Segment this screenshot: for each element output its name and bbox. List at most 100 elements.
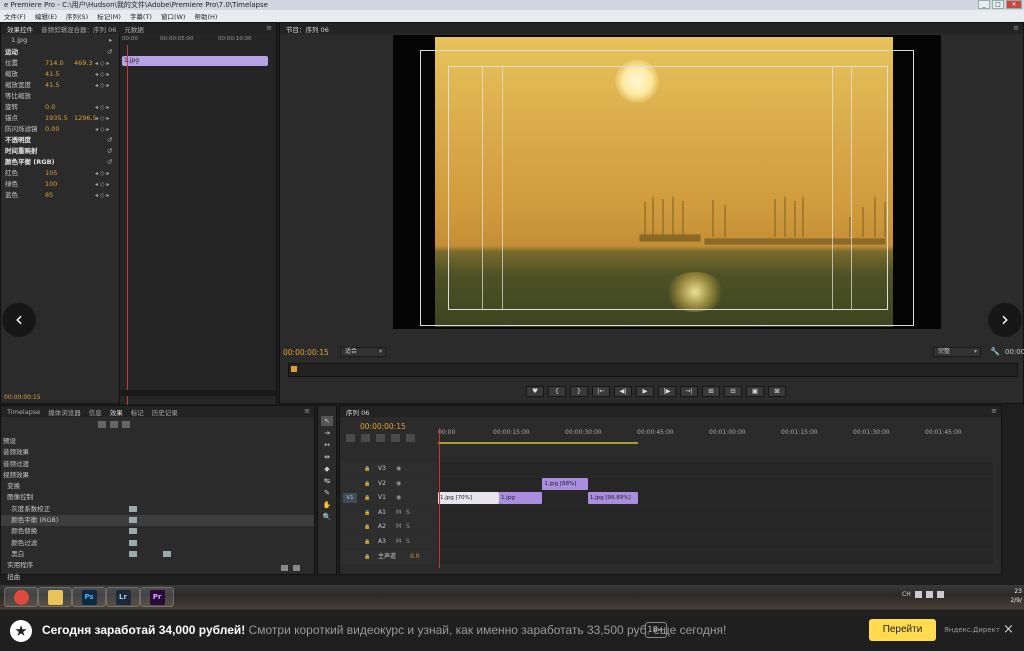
work-area-bar[interactable] bbox=[438, 442, 638, 444]
track-header[interactable]: V1 🔒 V1 ◉ bbox=[340, 491, 438, 506]
system-clock[interactable]: 23 2/9/ bbox=[1010, 587, 1022, 605]
ec-property-row[interactable]: 防闪烁滤镜 0.00 ◂ ◇ ▸ bbox=[1, 124, 121, 135]
ec-property-value[interactable]: 1935.5 bbox=[45, 113, 68, 124]
close-button[interactable]: ✕ bbox=[1006, 0, 1022, 9]
eye-icon[interactable]: ◉ bbox=[396, 491, 401, 505]
track-header[interactable]: 🔒 V2 ◉ bbox=[340, 476, 438, 491]
lock-icon[interactable]: 🔒 bbox=[364, 535, 370, 549]
snap-icon[interactable] bbox=[361, 434, 370, 442]
menu-help[interactable]: 帮助(H) bbox=[194, 11, 217, 21]
slip-tool-icon[interactable]: ↹ bbox=[321, 476, 333, 486]
tab-metadata[interactable]: 元数据 bbox=[124, 24, 144, 34]
ec-property-value[interactable]: 714.0 bbox=[45, 58, 64, 69]
lock-icon[interactable]: 🔒 bbox=[364, 520, 370, 534]
lock-icon[interactable]: 🔒 bbox=[364, 550, 370, 564]
tab-program[interactable]: 节目：序列 06 bbox=[286, 24, 329, 34]
ad-cta-button[interactable]: Перейти bbox=[869, 619, 936, 641]
razor-tool-icon[interactable]: ◆ bbox=[321, 464, 333, 474]
ec-property-row[interactable]: 缩放宽度 41.5 ◂ ◇ ▸ bbox=[1, 80, 121, 91]
program-time-ruler[interactable] bbox=[288, 363, 1018, 377]
track-lane[interactable] bbox=[438, 535, 993, 549]
panel-menu-icon[interactable]: ≡ bbox=[304, 407, 310, 415]
keyframe-nav-icon[interactable]: ◂ ◇ ▸ bbox=[95, 190, 109, 201]
solo-toggle[interactable]: S bbox=[406, 535, 410, 549]
ec-property-row[interactable]: 运动 ↺ bbox=[1, 47, 121, 58]
tab-project[interactable]: Timelapse bbox=[7, 408, 40, 416]
fit-dropdown[interactable]: 适合 bbox=[340, 347, 386, 357]
menu-sequence[interactable]: 序列(S) bbox=[66, 11, 88, 21]
menu-edit[interactable]: 编辑(E) bbox=[35, 11, 57, 21]
mute-toggle[interactable]: M bbox=[396, 506, 401, 520]
ad-close-icon[interactable]: × bbox=[1003, 622, 1014, 637]
eye-icon[interactable]: ◉ bbox=[396, 462, 401, 476]
reset-icon[interactable]: ↺ bbox=[107, 146, 112, 157]
lock-icon[interactable]: 🔒 bbox=[364, 462, 370, 476]
ec-property-row[interactable]: 绿色 100 ◂ ◇ ▸ bbox=[1, 179, 121, 190]
eye-icon[interactable]: ◉ bbox=[396, 477, 401, 491]
timeline-clip[interactable]: 1.jpg [88%] bbox=[542, 477, 588, 490]
ec-property-value[interactable]: 41.5 bbox=[45, 69, 59, 80]
panel-menu-icon[interactable]: ≡ bbox=[266, 24, 272, 32]
play-clip-icon[interactable]: ▸ bbox=[109, 35, 112, 46]
solo-toggle[interactable]: S bbox=[406, 520, 410, 534]
reset-icon[interactable]: ↺ bbox=[107, 47, 112, 58]
lock-icon[interactable]: 🔒 bbox=[364, 506, 370, 520]
wrench-icon[interactable]: 🔧 bbox=[990, 347, 1000, 356]
lift-button[interactable]: ⊞ bbox=[702, 386, 720, 397]
ec-property-value[interactable]: 0.0 bbox=[45, 102, 55, 113]
step-forward-button[interactable]: |▶ bbox=[658, 386, 676, 397]
ec-property-value[interactable]: 0.00 bbox=[45, 124, 59, 135]
video-frame[interactable] bbox=[393, 35, 941, 329]
tab-sequence[interactable]: 序列 06 bbox=[346, 407, 369, 417]
accelerated-effects-icon[interactable] bbox=[98, 421, 106, 428]
effects-tree-item[interactable]: 颜色平衡 (RGB) bbox=[1, 515, 314, 527]
track-header[interactable]: 🔒 V3 ◉ bbox=[340, 462, 438, 476]
ec-property-row[interactable]: 时间重映射 ↺ bbox=[1, 146, 121, 157]
maximize-button[interactable]: □ bbox=[992, 0, 1004, 9]
ec-property-row[interactable]: 缩放 41.5 ◂ ◇ ▸ bbox=[1, 69, 121, 80]
ec-current-time[interactable]: 00:00:00:15 bbox=[4, 394, 41, 401]
timeline-clip[interactable]: 1.jpg [99.89%] bbox=[587, 492, 638, 505]
play-button[interactable]: ▶ bbox=[636, 386, 654, 397]
go-to-in-button[interactable]: |← bbox=[592, 386, 610, 397]
mute-toggle[interactable]: M bbox=[396, 535, 401, 549]
rolling-edit-tool-icon[interactable]: ⇹ bbox=[321, 452, 333, 462]
track-lane[interactable]: 1.jpg [88%] bbox=[438, 476, 993, 491]
volume-icon[interactable] bbox=[925, 591, 933, 598]
export-frame-button[interactable]: ▣ bbox=[746, 386, 764, 397]
solo-toggle[interactable]: S bbox=[406, 506, 410, 520]
lock-icon[interactable]: 🔒 bbox=[364, 477, 370, 491]
timeline-timecode[interactable]: 00:00:00:15 bbox=[360, 422, 406, 431]
trash-icon[interactable] bbox=[293, 565, 300, 571]
track-header[interactable]: 🔒 A3 M S bbox=[340, 535, 438, 549]
menu-marker[interactable]: 标记(M) bbox=[97, 11, 121, 21]
selection-tool-icon[interactable]: ↖ bbox=[321, 416, 333, 426]
settings-icon[interactable] bbox=[406, 434, 415, 442]
lock-icon[interactable]: 🔒 bbox=[364, 491, 370, 505]
add-marker-icon[interactable] bbox=[391, 434, 400, 442]
mute-toggle[interactable]: M bbox=[396, 520, 401, 534]
nest-icon[interactable] bbox=[346, 434, 355, 442]
ec-property-row[interactable]: 旋转 0.0 ◂ ◇ ▸ bbox=[1, 102, 121, 113]
track-lane[interactable] bbox=[438, 505, 993, 520]
menu-title[interactable]: 字幕(T) bbox=[130, 11, 152, 21]
tab-info[interactable]: 信息 bbox=[89, 407, 102, 417]
keyframe-nav-icon[interactable]: ◂ ◇ ▸ bbox=[95, 124, 109, 135]
playback-resolution-dropdown[interactable]: 完整 bbox=[933, 347, 981, 357]
effects-tree-item[interactable]: 图像控制 bbox=[1, 492, 314, 503]
effects-tree-item[interactable]: 视频效果 bbox=[1, 470, 314, 481]
tab-markers[interactable]: 标记 bbox=[131, 407, 144, 417]
ec-property-value[interactable]: 105 bbox=[45, 168, 57, 179]
effects-tree-item[interactable]: 实用程序 bbox=[1, 560, 314, 571]
mark-in-button[interactable]: { bbox=[548, 386, 566, 397]
effects-tree-item[interactable]: 变换 bbox=[1, 481, 314, 492]
ec-property-row[interactable]: 红色 105 ◂ ◇ ▸ bbox=[1, 168, 121, 179]
effects-tree-item[interactable]: 扭曲 bbox=[1, 572, 314, 583]
ripple-edit-tool-icon[interactable]: ↔ bbox=[321, 440, 333, 450]
new-bin-icon[interactable] bbox=[281, 565, 288, 571]
ec-property-value-2[interactable]: 1296.5 bbox=[74, 113, 97, 124]
extract-button[interactable]: ⊟ bbox=[724, 386, 742, 397]
step-back-button[interactable]: ◀| bbox=[614, 386, 632, 397]
track-lane[interactable] bbox=[438, 549, 993, 564]
ec-property-row[interactable]: 蓝色 85 ◂ ◇ ▸ bbox=[1, 190, 121, 201]
